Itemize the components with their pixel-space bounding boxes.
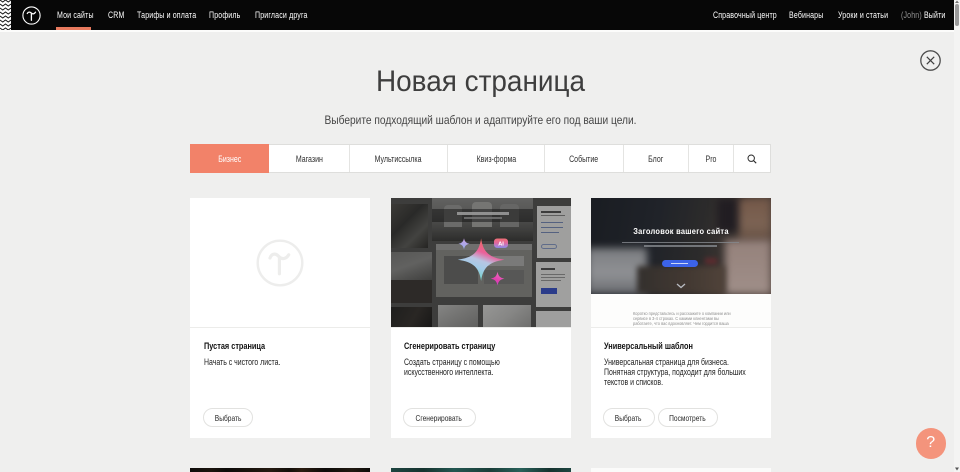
svg-text:AI: AI: [498, 241, 504, 247]
